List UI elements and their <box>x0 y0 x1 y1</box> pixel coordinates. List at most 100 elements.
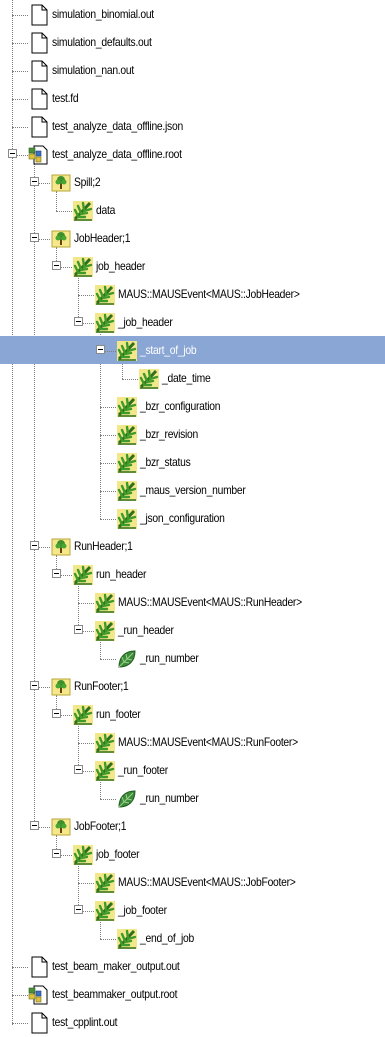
branch-icon <box>72 704 94 729</box>
tree-icon <box>50 676 72 701</box>
tree-node-file[interactable]: test_cpplint.out <box>0 1008 385 1036</box>
tree-node-label: _json_configuration <box>140 511 225 525</box>
tree-node-label: simulation_binomial.out <box>52 7 154 21</box>
tree-node-branch[interactable]: _maus_version_number <box>0 476 385 504</box>
root-browser-tree[interactable]: simulation_binomial.out simulation_defaul… <box>0 0 385 1034</box>
tree-node-file[interactable]: test.fd <box>0 84 385 112</box>
tree-connector-line <box>78 883 94 884</box>
tree-connector-line <box>12 15 28 16</box>
tree-node-label: test.fd <box>52 91 79 105</box>
tree-node-branch[interactable]: data <box>0 196 385 224</box>
branch-icon <box>116 424 138 449</box>
tree-node-file[interactable]: simulation_defaults.out <box>0 28 385 56</box>
collapse-toggle-icon[interactable] <box>52 709 61 718</box>
tree-connector-line <box>12 967 28 968</box>
tree-connector-line <box>100 939 116 940</box>
tree-icon <box>50 172 72 197</box>
tree-node-branch[interactable]: _date_time <box>0 364 385 392</box>
tree-node-file[interactable]: simulation_nan.out <box>0 56 385 84</box>
branch-icon <box>72 564 94 589</box>
collapse-toggle-icon[interactable] <box>74 625 83 634</box>
tree-node-leaf[interactable]: _run_number <box>0 644 385 672</box>
branch-icon <box>116 928 138 953</box>
tree-node-label: JobHeader;1 <box>74 231 131 245</box>
tree-node-label: _maus_version_number <box>140 483 246 497</box>
tree-node-rootfile[interactable]: test_beammaker_output.root <box>0 980 385 1008</box>
collapse-toggle-icon[interactable] <box>52 849 61 858</box>
tree-node-label: JobFooter;1 <box>74 819 127 833</box>
tree-node-branch[interactable]: _bzr_configuration <box>0 392 385 420</box>
tree-connector-line <box>78 295 94 296</box>
branch-icon <box>72 256 94 281</box>
tree-connector-line <box>100 799 116 800</box>
tree-node-branch[interactable]: _run_header <box>0 616 385 644</box>
collapse-toggle-icon[interactable] <box>52 569 61 578</box>
collapse-toggle-icon[interactable] <box>30 233 39 242</box>
tree-node-label: RunFooter;1 <box>74 679 129 693</box>
tree-node-label: simulation_nan.out <box>52 63 134 77</box>
tree-connector-line <box>78 603 94 604</box>
tree-icon <box>50 816 72 841</box>
branch-icon <box>72 200 94 225</box>
collapse-toggle-icon[interactable] <box>30 821 39 830</box>
document-icon <box>28 88 50 113</box>
tree-connector-line <box>56 211 72 212</box>
tree-node-file[interactable]: test_beam_maker_output.out <box>0 952 385 980</box>
branch-icon <box>116 480 138 505</box>
collapse-toggle-icon[interactable] <box>74 905 83 914</box>
tree-node-branch[interactable]: job_footer <box>0 840 385 868</box>
tree-node-branch[interactable]: MAUS::MAUSEvent<MAUS::RunHeader> <box>0 588 385 616</box>
tree-node-branch[interactable]: _bzr_revision <box>0 420 385 448</box>
tree-node-file[interactable]: simulation_binomial.out <box>0 0 385 28</box>
collapse-toggle-icon[interactable] <box>52 261 61 270</box>
tree-node-label: run_footer <box>96 707 141 721</box>
branch-icon <box>116 452 138 477</box>
tree-node-branch[interactable]: _json_configuration <box>0 504 385 532</box>
collapse-toggle-icon[interactable] <box>30 681 39 690</box>
tree-node-tree[interactable]: Spill;2 <box>0 168 385 196</box>
branch-icon <box>94 312 116 337</box>
collapse-toggle-icon[interactable] <box>30 177 39 186</box>
tree-node-branch[interactable]: run_footer <box>0 700 385 728</box>
tree-node-branch[interactable]: _job_footer <box>0 896 385 924</box>
tree-node-branch[interactable]: job_header <box>0 252 385 280</box>
tree-node-label: Spill;2 <box>74 175 101 189</box>
tree-node-label: _run_header <box>118 623 174 637</box>
tree-connector-line <box>100 407 116 408</box>
tree-node-branch[interactable]: MAUS::MAUSEvent<MAUS::JobHeader> <box>0 280 385 308</box>
collapse-toggle-icon[interactable] <box>96 345 105 354</box>
tree-node-tree[interactable]: RunHeader;1 <box>0 532 385 560</box>
tree-node-branch[interactable]: _run_footer <box>0 756 385 784</box>
tree-node-branch[interactable]: MAUS::MAUSEvent<MAUS::RunFooter> <box>0 728 385 756</box>
tree-node-label: test_cpplint.out <box>52 1015 118 1029</box>
tree-node-tree[interactable]: RunFooter;1 <box>0 672 385 700</box>
tree-connector-line <box>12 71 28 72</box>
collapse-toggle-icon[interactable] <box>74 765 83 774</box>
tree-node-branch[interactable]: _end_of_job <box>0 924 385 952</box>
tree-node-tree[interactable]: JobFooter;1 <box>0 812 385 840</box>
branch-icon <box>94 760 116 785</box>
tree-node-rootfile[interactable]: test_analyze_data_offline.root <box>0 140 385 168</box>
collapse-toggle-icon[interactable] <box>8 149 17 158</box>
tree-node-branch[interactable]: run_header <box>0 560 385 588</box>
tree-node-file[interactable]: test_analyze_data_offline.json <box>0 112 385 140</box>
tree-node-label: MAUS::MAUSEvent<MAUS::JobHeader> <box>118 287 300 301</box>
tree-icon <box>50 536 72 561</box>
tree-node-branch[interactable]: _job_header <box>0 308 385 336</box>
collapse-toggle-icon[interactable] <box>74 317 83 326</box>
leaf-icon <box>116 648 138 673</box>
tree-node-label: _run_number <box>140 791 199 805</box>
document-icon <box>28 956 50 981</box>
tree-node-label: run_header <box>96 567 147 581</box>
tree-icon <box>50 228 72 253</box>
tree-node-leaf[interactable]: _run_number <box>0 784 385 812</box>
document-icon <box>28 4 50 29</box>
tree-node-label: _bzr_status <box>140 455 191 469</box>
tree-node-branch[interactable]: _bzr_status <box>0 448 385 476</box>
collapse-toggle-icon[interactable] <box>30 541 39 550</box>
tree-node-branch[interactable]: MAUS::MAUSEvent<MAUS::JobFooter> <box>0 868 385 896</box>
tree-connector-line <box>12 99 28 100</box>
tree-node-branch[interactable]: _start_of_job <box>0 336 385 364</box>
tree-connector-line <box>12 43 28 44</box>
tree-node-tree[interactable]: JobHeader;1 <box>0 224 385 252</box>
